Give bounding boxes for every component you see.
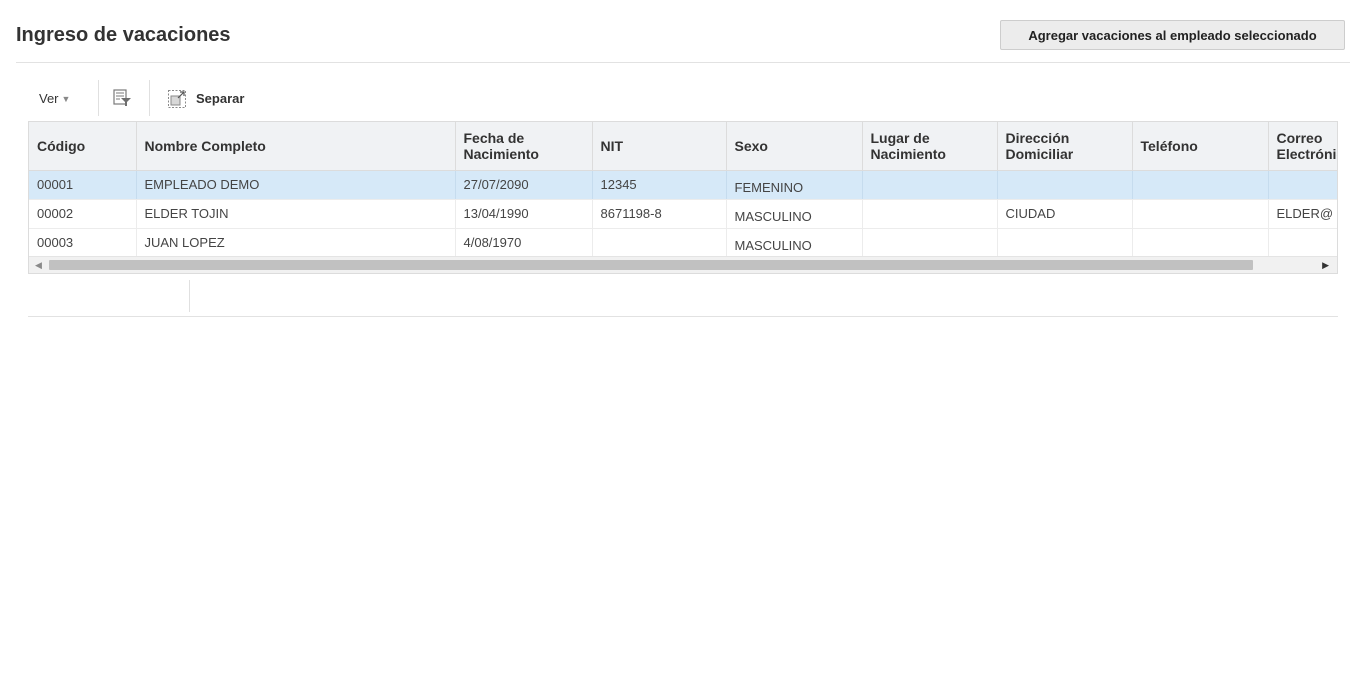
table-row[interactable]: 00001 EMPLEADO DEMO 27/07/2090 12345 FEM… xyxy=(29,170,1337,200)
column-header-fecha-nacimiento[interactable]: Fecha de Nacimiento xyxy=(455,122,593,171)
add-vacation-button[interactable]: Agregar vacaciones al empleado seleccion… xyxy=(1000,20,1345,50)
table-cell: ELDER TOJIN xyxy=(136,199,456,229)
table-cell: 4/08/1970 xyxy=(455,228,593,258)
page-title: Ingreso de vacaciones xyxy=(16,24,231,46)
detach-button[interactable]: Separar xyxy=(196,91,244,106)
column-header-codigo[interactable]: Código xyxy=(29,122,137,171)
table-cell xyxy=(1132,199,1269,229)
table-cell xyxy=(997,170,1133,200)
table-cell xyxy=(862,228,998,258)
detach-icon[interactable] xyxy=(167,89,187,109)
table-cell: MASCULINO xyxy=(726,199,863,229)
table-cell xyxy=(1132,170,1269,200)
footer-divider xyxy=(189,280,190,312)
toolbar-divider xyxy=(149,80,150,116)
column-header-lugar-nacimiento[interactable]: Lugar de Nacimiento xyxy=(862,122,998,171)
table-cell: 8671198-8 xyxy=(592,199,727,229)
table-cell: 00001 xyxy=(29,170,137,200)
table-cell: 12345 xyxy=(592,170,727,200)
column-header-nit[interactable]: NIT xyxy=(592,122,727,171)
column-header-nombre[interactable]: Nombre Completo xyxy=(136,122,456,171)
table-cell xyxy=(862,170,998,200)
table-cell: 27/07/2090 xyxy=(455,170,593,200)
column-header-direccion[interactable]: Dirección Domiciliar xyxy=(997,122,1133,171)
column-header-correo[interactable]: Correo Electrónico xyxy=(1268,122,1337,171)
table-cell xyxy=(1132,228,1269,258)
view-menu[interactable]: Ver ▼ xyxy=(39,91,70,106)
scroll-left-arrow-icon[interactable]: ◀ xyxy=(35,260,42,271)
employee-table: Código Nombre Completo Fecha de Nacimien… xyxy=(28,121,1338,274)
table-cell xyxy=(592,228,727,258)
footer-line xyxy=(28,316,1338,317)
table-cell: CIUDAD xyxy=(997,199,1133,229)
table-cell: JUAN LOPEZ xyxy=(136,228,456,258)
table-row[interactable]: 00002 ELDER TOJIN 13/04/1990 8671198-8 M… xyxy=(29,199,1337,229)
triangle-down-icon: ▼ xyxy=(61,94,71,104)
table-cell: ELDER@ xyxy=(1268,199,1337,229)
table-cell: MASCULINO xyxy=(726,228,863,258)
table-header-row: Código Nombre Completo Fecha de Nacimien… xyxy=(29,122,1337,171)
table-cell xyxy=(1268,228,1337,258)
header-divider xyxy=(16,62,1350,63)
table-row[interactable]: 00003 JUAN LOPEZ 4/08/1970 MASCULINO xyxy=(29,228,1337,258)
table-cell: FEMENINO xyxy=(726,170,863,200)
table-cell: 13/04/1990 xyxy=(455,199,593,229)
table-cell xyxy=(862,199,998,229)
employee-grid: Código Nombre Completo Fecha de Nacimien… xyxy=(29,122,1337,258)
scroll-right-arrow-icon[interactable]: ▶ xyxy=(1322,260,1329,271)
query-by-example-icon[interactable] xyxy=(112,88,132,108)
table-cell: 00003 xyxy=(29,228,137,258)
column-header-telefono[interactable]: Teléfono xyxy=(1132,122,1269,171)
scrollbar-thumb[interactable] xyxy=(49,260,1253,270)
table-cell xyxy=(997,228,1133,258)
table-cell: EMPLEADO DEMO xyxy=(136,170,456,200)
horizontal-scrollbar[interactable]: ◀ ▶ xyxy=(29,256,1337,273)
table-cell xyxy=(1268,170,1337,200)
toolbar-divider xyxy=(98,80,99,116)
table-cell: 00002 xyxy=(29,199,137,229)
table-toolbar: Ver ▼ Separar xyxy=(28,80,628,118)
column-header-sexo[interactable]: Sexo xyxy=(726,122,863,171)
view-menu-label: Ver xyxy=(39,91,59,106)
